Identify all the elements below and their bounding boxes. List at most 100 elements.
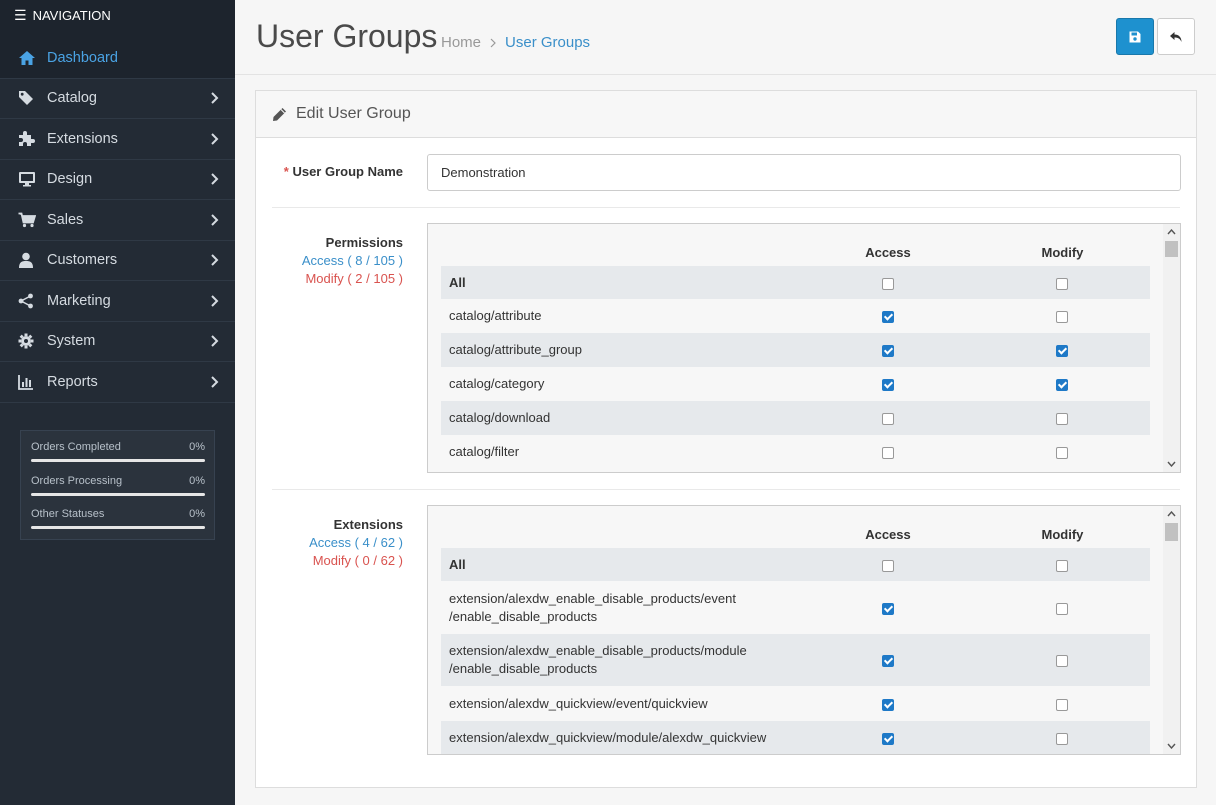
progress-bar: [31, 459, 205, 462]
extensions-modify-count: Modify ( 0 / 62 ): [312, 553, 403, 568]
sidebar-item-system[interactable]: System: [0, 322, 235, 362]
panel-heading: Edit User Group: [256, 91, 1196, 138]
row-path: extension/alexdw_quickview/module/alexdw…: [449, 730, 767, 745]
save-button[interactable]: [1116, 18, 1154, 55]
access-checkbox[interactable]: [881, 559, 894, 572]
user-group-name-label-text: User Group Name: [292, 164, 403, 179]
access-checkbox[interactable]: [881, 277, 894, 290]
gear-icon: [18, 332, 38, 350]
modify-checkbox[interactable]: [1056, 379, 1069, 392]
column-header-access: Access: [865, 245, 911, 260]
scroll-down-icon[interactable]: [1163, 738, 1180, 754]
sidebar-item-label: Dashboard: [47, 49, 118, 66]
chevron-right-icon: [211, 173, 219, 185]
access-checkbox[interactable]: [881, 345, 894, 358]
breadcrumb-home[interactable]: Home: [441, 34, 481, 51]
modify-checkbox[interactable]: [1056, 655, 1069, 668]
access-checkbox[interactable]: [881, 698, 894, 711]
scrollbar-thumb[interactable]: [1165, 523, 1178, 541]
extensions-table: Access Modify All extension/alexdw_enabl…: [441, 506, 1150, 754]
modify-checkbox[interactable]: [1056, 447, 1069, 460]
row-path: catalog/filter: [449, 444, 520, 459]
sidebar-item-design[interactable]: Design: [0, 160, 235, 200]
modify-checkbox[interactable]: [1056, 413, 1069, 426]
progress-bar: [31, 526, 205, 529]
sidebar-item-extensions[interactable]: Extensions: [0, 119, 235, 160]
pencil-icon: [273, 107, 286, 121]
back-button[interactable]: [1157, 18, 1195, 55]
access-checkbox[interactable]: [881, 447, 894, 460]
hamburger-icon: ☰: [14, 7, 27, 23]
reply-icon: [1170, 31, 1182, 42]
panel-title: Edit User Group: [296, 105, 411, 122]
sidebar-item-customers[interactable]: Customers: [0, 241, 235, 281]
sidebar-item-reports[interactable]: Reports: [0, 362, 235, 403]
divider: [272, 489, 1180, 490]
scroll-down-icon[interactable]: [1163, 456, 1180, 472]
row-path: All: [449, 274, 466, 290]
sidebar-item-label: Design: [47, 171, 93, 188]
table-row: catalog/download: [441, 401, 1150, 435]
sidebar-item-sales[interactable]: Sales: [0, 200, 235, 241]
row-path: catalog/download: [449, 410, 551, 425]
sidebar-item-label: Marketing: [47, 292, 111, 309]
access-checkbox[interactable]: [881, 379, 894, 392]
stat-orders-completed: Orders Completed 0%: [31, 441, 205, 475]
permissions-modify-count: Modify ( 2 / 105 ): [305, 271, 403, 286]
row-path: catalog/category: [449, 376, 545, 391]
permissions-title: Permissions: [325, 235, 403, 250]
user-group-name-label: * User Group Name: [284, 164, 403, 179]
sidebar-item-label: System: [47, 333, 96, 350]
order-stats-box: Orders Completed 0% Orders Processing 0%…: [20, 430, 215, 540]
permissions-table-box[interactable]: Access Modify All catalog/attribute cata…: [427, 223, 1181, 473]
chevron-right-icon: [211, 295, 219, 307]
sidebar-item-label: Catalog: [47, 90, 97, 107]
user-group-name-input[interactable]: Demonstration: [427, 154, 1181, 191]
chevron-right-icon: [211, 254, 219, 266]
sidebar-item-catalog[interactable]: Catalog: [0, 79, 235, 119]
sidebar-item-marketing[interactable]: Marketing: [0, 281, 235, 322]
cart-icon: [18, 211, 38, 229]
modify-checkbox[interactable]: [1056, 559, 1069, 572]
nav-header[interactable]: ☰ NAVIGATION: [0, 0, 235, 38]
row-path-line: /enable_disable_products: [449, 661, 598, 676]
modify-checkbox[interactable]: [1056, 311, 1069, 324]
scroll-up-icon[interactable]: [1163, 506, 1180, 522]
modify-checkbox[interactable]: [1056, 277, 1069, 290]
modify-checkbox[interactable]: [1056, 733, 1069, 746]
access-checkbox[interactable]: [881, 733, 894, 746]
stat-value: 0%: [189, 508, 205, 520]
page-header: User Groups Home User Groups: [235, 0, 1216, 75]
scrollbar-thumb[interactable]: [1165, 241, 1178, 257]
access-checkbox[interactable]: [881, 311, 894, 324]
divider: [272, 207, 1180, 208]
breadcrumb-current[interactable]: User Groups: [505, 34, 590, 51]
chevron-right-icon: [211, 92, 219, 104]
share-icon: [18, 292, 38, 310]
scroll-up-icon[interactable]: [1163, 224, 1180, 240]
scrollbar[interactable]: [1163, 506, 1180, 754]
scrollbar[interactable]: [1163, 224, 1180, 472]
sidebar-item-dashboard[interactable]: Dashboard: [0, 38, 235, 79]
row-path: catalog/attribute_group: [449, 342, 582, 357]
modify-checkbox[interactable]: [1056, 345, 1069, 358]
chevron-right-icon: [211, 214, 219, 226]
row-path-line: extension/alexdw_enable_disable_products…: [449, 590, 736, 606]
modify-checkbox[interactable]: [1056, 698, 1069, 711]
access-checkbox[interactable]: [881, 413, 894, 426]
monitor-icon: [18, 170, 38, 188]
table-row: extension/alexdw_quickview/module/alexdw…: [441, 721, 1150, 754]
access-checkbox[interactable]: [881, 655, 894, 668]
save-icon: [1129, 31, 1141, 42]
row-path: extension/alexdw_quickview/event/quickvi…: [449, 695, 708, 711]
chevron-right-icon: [211, 335, 219, 347]
extensions-table-box[interactable]: Access Modify All extension/alexdw_enabl…: [427, 505, 1181, 755]
table-row: extension/alexdw_quickview/event/quickvi…: [441, 686, 1150, 721]
bar-chart-icon: [18, 373, 38, 391]
chevron-right-icon: [211, 133, 219, 145]
nav-header-label: NAVIGATION: [32, 8, 111, 23]
access-checkbox[interactable]: [881, 602, 894, 615]
row-path-line: extension/alexdw_enable_disable_products…: [449, 643, 747, 658]
stat-other-statuses: Other Statuses 0%: [31, 508, 205, 542]
modify-checkbox[interactable]: [1056, 602, 1069, 615]
